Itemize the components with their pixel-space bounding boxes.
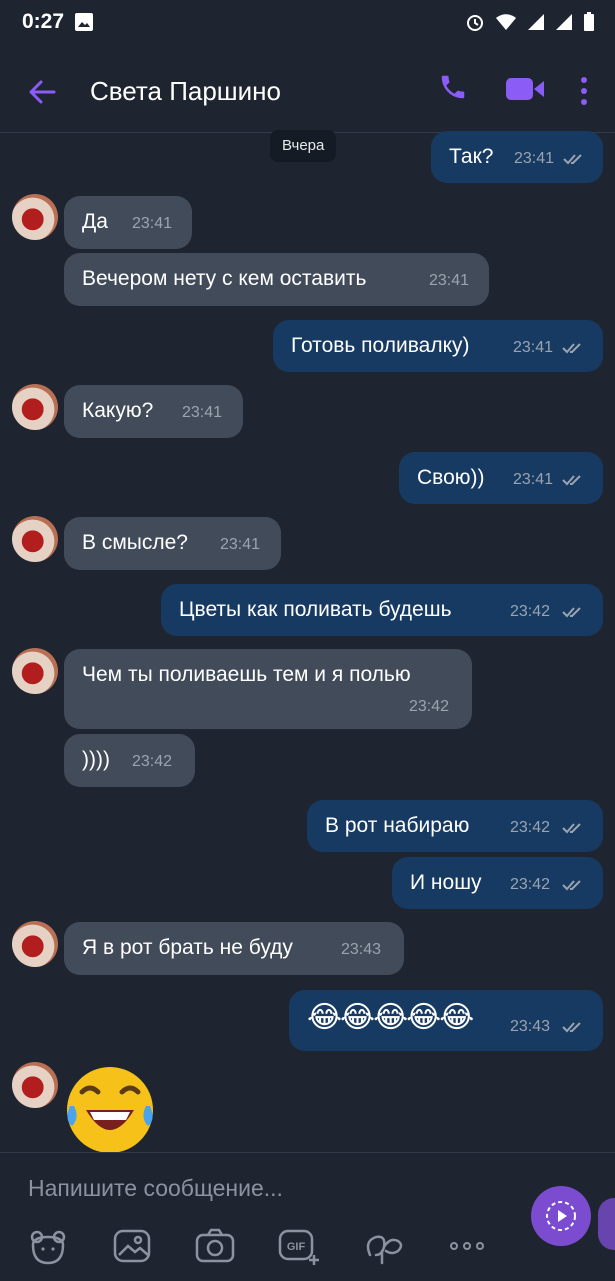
back-arrow-icon[interactable] <box>24 74 60 110</box>
message-text: Да <box>82 210 108 233</box>
message-time: 23:42 <box>510 876 551 893</box>
message-time: 23:42 <box>510 819 551 836</box>
message-text: Свою)) <box>417 466 485 489</box>
read-check-icon <box>562 1022 581 1033</box>
video-call-icon[interactable] <box>505 76 545 102</box>
wifi-icon <box>496 14 516 30</box>
read-check-icon <box>563 154 582 165</box>
camera-icon[interactable] <box>194 1225 236 1267</box>
composer: Напишите сообщение... GIF <box>0 1152 615 1281</box>
avatar[interactable] <box>12 384 58 430</box>
message-bubble[interactable]: Вечером нету с кем оставить 23:41 <box>64 253 489 306</box>
read-check-icon <box>562 823 581 834</box>
message-text: Так? <box>449 145 494 168</box>
message-bubble[interactable]: В смысле? 23:41 <box>64 517 281 570</box>
signal-icon <box>528 14 544 30</box>
read-check-icon <box>562 880 581 891</box>
sticker-bear-icon[interactable] <box>27 1225 69 1267</box>
message-text: Я в рот брать не буду <box>82 936 293 959</box>
battery-icon <box>584 12 594 31</box>
alarm-icon <box>467 15 483 31</box>
message-time: 23:43 <box>341 941 382 958</box>
message-time: 23:41 <box>513 339 554 356</box>
status-icons <box>465 12 595 32</box>
read-check-icon <box>562 343 581 354</box>
chat-header: Света Паршино <box>0 46 615 133</box>
more-dots-icon[interactable] <box>446 1225 488 1267</box>
message-bubble[interactable]: Да 23:41 <box>64 196 192 249</box>
message-time: 23:42 <box>510 603 551 620</box>
svg-text:GIF: GIF <box>287 1241 306 1253</box>
message-time: 23:41 <box>513 471 554 488</box>
avatar[interactable] <box>12 921 58 967</box>
message-bubble[interactable]: 😂😂😂😂😂 23:43 <box>289 990 603 1051</box>
message-time: 23:43 <box>510 1018 551 1035</box>
message-time: 23:41 <box>182 404 223 421</box>
doodle-icon[interactable] <box>362 1225 404 1267</box>
message-bubble[interactable]: В рот набираю 23:42 <box>307 800 603 852</box>
gif-icon[interactable]: GIF <box>278 1225 320 1267</box>
message-text: Вечером нету с кем оставить <box>82 267 367 290</box>
message-bubble[interactable]: И ношу 23:42 <box>392 857 603 909</box>
avatar[interactable] <box>12 516 58 562</box>
send-button[interactable] <box>531 1186 591 1246</box>
message-text: Цветы как поливать будешь <box>179 598 452 621</box>
send-icon <box>546 1201 576 1231</box>
message-text: Какую? <box>82 399 154 422</box>
message-bubble[interactable]: Готовь поливалку) 23:41 <box>273 320 603 372</box>
message-input[interactable]: Напишите сообщение... <box>28 1175 283 1202</box>
message-text: Готовь поливалку) <box>291 334 470 357</box>
read-check-icon <box>562 607 581 618</box>
message-bubble[interactable]: Цветы как поливать будешь 23:42 <box>161 584 603 636</box>
message-bubble[interactable]: )))) 23:42 <box>64 734 195 787</box>
message-time: 23:41 <box>429 272 470 289</box>
message-text: )))) <box>82 748 110 771</box>
message-bubble[interactable]: Какую? 23:41 <box>64 385 243 438</box>
message-text: В рот набираю <box>325 814 470 837</box>
avatar[interactable] <box>12 648 58 694</box>
gallery-icon[interactable] <box>111 1225 153 1267</box>
message-text: И ношу <box>410 871 482 894</box>
message-bubble[interactable]: Чем ты поливаешь тем и я полью 23:42 <box>64 649 472 729</box>
message-time: 23:42 <box>409 698 450 715</box>
avatar[interactable] <box>12 194 58 240</box>
chat-title[interactable]: Света Паршино <box>90 76 281 107</box>
message-bubble[interactable]: Так? 23:41 <box>431 131 603 183</box>
message-time: 23:41 <box>514 150 555 167</box>
message-emoji: 😂😂😂😂😂 <box>307 1001 474 1034</box>
avatar[interactable] <box>12 1062 58 1108</box>
message-time: 23:41 <box>132 215 173 232</box>
status-bar: 0:27 <box>0 0 615 46</box>
date-separator: Вчера <box>270 130 337 162</box>
signal-icon-2 <box>556 14 572 30</box>
message-time: 23:41 <box>220 536 261 553</box>
message-time: 23:42 <box>132 753 173 770</box>
message-bubble[interactable]: Я в рот брать не буду 23:43 <box>64 922 404 975</box>
read-check-icon <box>562 475 581 486</box>
gallery-notification-icon <box>75 13 93 31</box>
status-time: 0:27 <box>22 10 65 33</box>
secondary-action-button[interactable] <box>598 1198 615 1250</box>
laughing-face-sticker[interactable] <box>62 1064 158 1156</box>
message-bubble[interactable]: Свою)) 23:41 <box>399 452 603 504</box>
more-vert-icon[interactable] <box>578 76 590 106</box>
phone-icon[interactable] <box>438 72 468 102</box>
message-text: В смысле? <box>82 531 188 554</box>
message-text: Чем ты поливаешь тем и я полью <box>82 663 411 686</box>
